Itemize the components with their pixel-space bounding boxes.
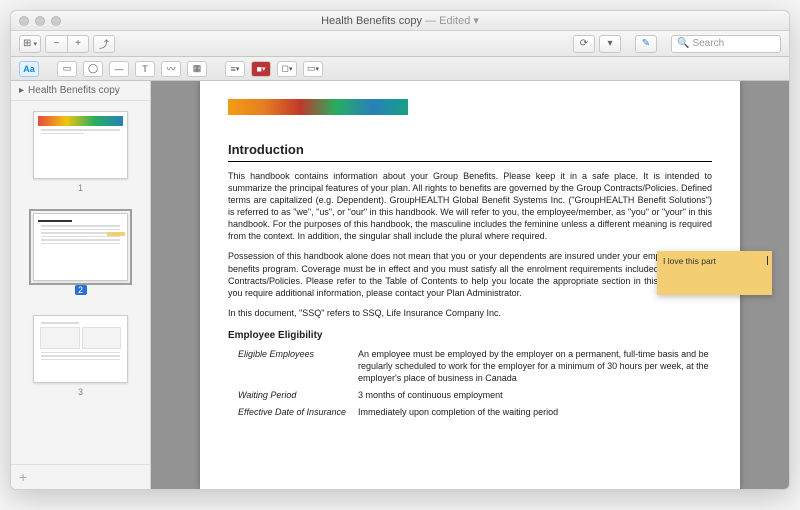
document-viewport[interactable]: Introduction This handbook contains info… — [151, 81, 789, 489]
view-mode-button[interactable]: ⊞▾ — [19, 35, 41, 53]
row-label: Eligible Employees — [228, 348, 358, 384]
preview-window: Health Benefits copy — Edited ▾ ⊞▾ − + ⤴… — [10, 10, 790, 490]
row-value: 3 months of continuous employment — [358, 389, 712, 401]
table-row: Waiting Period 3 months of continuous em… — [228, 389, 712, 401]
text-tool[interactable]: T — [135, 61, 155, 77]
titlebar: Health Benefits copy — Edited ▾ — [11, 11, 789, 31]
sidebar-header[interactable]: ▸ Health Benefits copy — [11, 81, 150, 101]
markup-toolbar-button[interactable]: ✎ — [635, 35, 657, 53]
body-text: This handbook contains information about… — [228, 170, 712, 243]
thumbnail-sidebar: ▸ Health Benefits copy 1 2 — [11, 81, 151, 489]
table-row: Eligible Employees An employee must be e… — [228, 348, 712, 384]
page-heading: Introduction — [228, 141, 712, 162]
note-tool[interactable]: ▦ — [187, 61, 207, 77]
shape-style-button[interactable]: ▭▾ — [303, 61, 323, 77]
zoom-out-button[interactable]: − — [45, 35, 67, 53]
text-style-button[interactable]: Aa — [19, 61, 39, 77]
stroke-weight-button[interactable]: ≡▾ — [225, 61, 245, 77]
page-thumbnail[interactable]: 1 — [11, 101, 150, 203]
row-value: An employee must be employed by the empl… — [358, 348, 712, 384]
main-toolbar: ⊞▾ − + ⤴ ⟳ ▾ ✎ 🔍 Search — [11, 31, 789, 57]
circle-tool[interactable]: ◯ — [83, 61, 103, 77]
rotate-button[interactable]: ⟳ — [573, 35, 595, 53]
search-icon: 🔍 — [677, 38, 689, 49]
share-button[interactable]: ⤴ — [93, 35, 115, 53]
document-page: Introduction This handbook contains info… — [200, 81, 740, 489]
row-value: Immediately upon completion of the waiti… — [358, 406, 712, 418]
table-row: Effective Date of Insurance Immediately … — [228, 406, 712, 418]
row-label: Effective Date of Insurance — [228, 406, 358, 418]
header-image — [228, 99, 408, 115]
search-input[interactable]: 🔍 Search — [671, 35, 781, 53]
sign-tool[interactable]: 〰 — [161, 61, 181, 77]
page-thumbnail[interactable]: 3 — [11, 305, 150, 407]
section-heading: Employee Eligibility — [228, 329, 712, 343]
window-title: Health Benefits copy — Edited ▾ — [11, 14, 789, 27]
page-thumbnail[interactable]: 2 — [11, 203, 150, 305]
body-text: In this document, "SSQ" refers to SSQ, L… — [228, 307, 712, 319]
annotation-note[interactable]: I love this part — [657, 251, 772, 295]
add-page-button[interactable]: + — [11, 464, 150, 489]
annotate-button[interactable]: ▾ — [599, 35, 621, 53]
fill-color-button[interactable]: ■▾ — [251, 61, 271, 77]
row-label: Waiting Period — [228, 389, 358, 401]
stroke-color-button[interactable]: ◻▾ — [277, 61, 297, 77]
zoom-in-button[interactable]: + — [67, 35, 89, 53]
disclosure-icon: ▸ — [19, 85, 24, 96]
rect-tool[interactable]: ▭ — [57, 61, 77, 77]
markup-toolbar: Aa ▭ ◯ — T 〰 ▦ ≡▾ ■▾ ◻▾ ▭▾ — [11, 57, 789, 81]
line-tool[interactable]: — — [109, 61, 129, 77]
body-text: Possession of this handbook alone does n… — [228, 250, 712, 299]
